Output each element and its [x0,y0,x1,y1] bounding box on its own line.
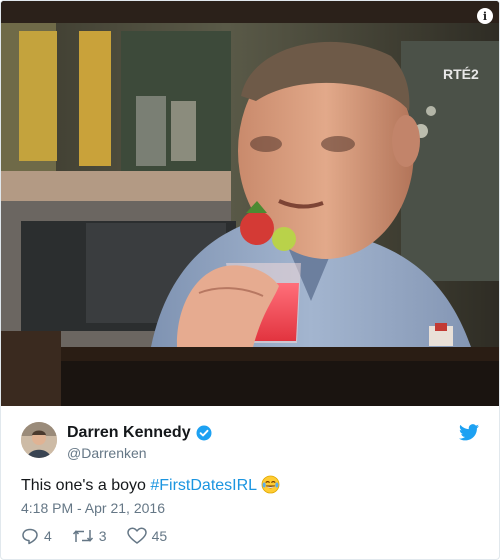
tweet-actions: 4 3 45 [21,527,167,545]
heart-icon[interactable] [126,527,147,545]
reply-icon[interactable] [21,527,39,545]
tweet-text-plain: This one's a boyo [21,477,151,494]
tweet-text: This one's a boyo #FirstDatesIRL [21,475,280,495]
twitter-bird-icon[interactable] [459,424,479,441]
retweet-icon[interactable] [72,527,94,545]
retweet-action[interactable]: 3 [72,527,107,545]
face-with-tears-of-joy-icon [261,475,280,494]
author-name[interactable]: Darren Kennedy [67,424,191,442]
tweet-header: Darren Kennedy @Darrenken [21,421,479,465]
verified-badge-icon [196,425,212,441]
info-icon[interactable]: i [477,8,493,24]
like-count: 45 [151,528,168,544]
hashtag-link[interactable]: #FirstDatesIRL [150,477,257,494]
retweet-count: 3 [98,528,107,544]
like-action[interactable]: 45 [126,527,168,545]
tweet-card[interactable]: RTÉ2 i Darren Kennedy @Darrenken This on… [0,0,500,560]
reply-action[interactable]: 4 [21,527,52,545]
author-names[interactable]: Darren Kennedy @Darrenken [67,424,212,461]
tweet-photo[interactable]: RTÉ2 i [1,1,499,406]
reply-count: 4 [44,528,52,544]
tv-screen-photo: RTÉ2 [1,1,499,406]
author-handle[interactable]: @Darrenken [67,445,212,461]
channel-logo: RTÉ2 [443,66,479,82]
avatar[interactable] [21,422,57,458]
tweet-timestamp[interactable]: 4:18 PM - Apr 21, 2016 [21,500,165,516]
